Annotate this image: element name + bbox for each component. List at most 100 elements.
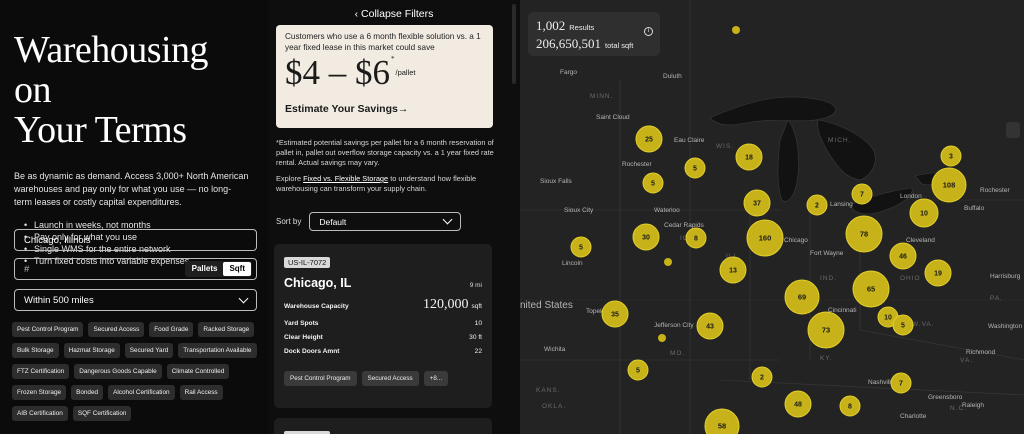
- results-sqft-label: total sqft: [605, 41, 634, 50]
- map-cluster-count: 10: [920, 211, 928, 218]
- map-label: Sioux City: [564, 207, 594, 214]
- map-label: N.C.: [950, 405, 967, 412]
- map-label: Lansing: [830, 201, 853, 208]
- filter-tag[interactable]: SQF Certification: [72, 406, 132, 421]
- map-marker[interactable]: [664, 258, 672, 266]
- radius-value: Within 500 miles: [24, 294, 94, 306]
- filter-tag[interactable]: Transportation Available: [178, 343, 257, 358]
- map-cluster-count: 7: [860, 192, 864, 199]
- capacity-unit: sqft: [471, 303, 482, 310]
- map-label: OHIO: [900, 275, 921, 282]
- map-label: Richmond: [966, 349, 996, 356]
- height-label: Clear Height: [284, 334, 323, 341]
- map-label: London: [900, 193, 922, 200]
- explore-pre: Explore: [276, 174, 304, 183]
- savings-footnote: *Estimated potential savings per pallet …: [276, 138, 494, 167]
- map-cluster-count: 5: [636, 368, 640, 375]
- results-count: 1,002: [536, 18, 566, 33]
- savings-price-range: $4 – $6: [285, 53, 390, 92]
- fixed-vs-flexible-link[interactable]: Fixed vs. Flexible Storage: [303, 174, 388, 183]
- listing-tag[interactable]: Secured Access: [361, 371, 419, 386]
- filter-tag[interactable]: Frozen Storage: [12, 385, 67, 400]
- map-label: nited States: [520, 300, 573, 311]
- map-label: Greensboro: [928, 394, 963, 401]
- map-cluster-count: 48: [794, 402, 802, 409]
- docks-label: Dock Doors Amnt: [284, 348, 340, 355]
- map-label: Washington: [988, 323, 1022, 330]
- map-marker[interactable]: [658, 334, 666, 342]
- sort-value: Default: [319, 216, 347, 227]
- hero-title: Warehousing on Your Terms: [14, 30, 254, 150]
- map-marker[interactable]: [732, 26, 740, 34]
- map-label: Eau Claire: [674, 137, 705, 144]
- hero-title-line2: Your Terms: [14, 109, 187, 151]
- map-canvas[interactable]: Fargo Duluth MINN. Saint Cloud Eau Claire WIS…: [520, 0, 1024, 434]
- map-cluster-count: 30: [642, 235, 650, 242]
- filter-tag[interactable]: Dangerous Goods Capable: [74, 364, 162, 379]
- location-value: Chicago, Illinois: [24, 234, 91, 246]
- left-panel: Warehousing on Your Terms Be as dynamic …: [0, 0, 268, 434]
- results-summary: 1,002 Results 206,650,501 total sqft i: [528, 12, 660, 56]
- explore-text: Explore Fixed vs. Flexible Storage to un…: [276, 174, 501, 194]
- filter-tag[interactable]: Alcohol Certification: [108, 385, 175, 400]
- map-label: Harrisburg: [990, 273, 1021, 280]
- map[interactable]: Fargo Duluth MINN. Saint Cloud Eau Claire WIS…: [520, 0, 1024, 434]
- capacity-label: Warehouse Capacity: [284, 303, 349, 310]
- location-input[interactable]: Chicago, Illinois: [14, 229, 257, 251]
- filter-tag[interactable]: Food Grade: [149, 322, 194, 337]
- map-label: PA.: [990, 295, 1003, 302]
- capacity-value: 120,000 sqft: [423, 297, 482, 313]
- map-cluster-count: 69: [798, 293, 806, 302]
- sort-select[interactable]: Default: [309, 212, 462, 231]
- unit-sqft-button[interactable]: Sqft: [223, 262, 251, 276]
- map-cluster-count: 58: [718, 422, 726, 431]
- filter-tag[interactable]: Bulk Storage: [12, 343, 59, 358]
- listing-city: Chicago, IL: [284, 276, 352, 290]
- filter-tag[interactable]: Pest Control Program: [12, 322, 84, 337]
- quantity-placeholder: #: [24, 263, 30, 275]
- info-icon[interactable]: i: [644, 27, 653, 36]
- map-control-button[interactable]: [1006, 122, 1020, 138]
- savings-asterisk: *: [391, 55, 395, 63]
- listing-card[interactable]: US-IL-5654: [274, 418, 492, 434]
- savings-question: Customers who use a 6 month flexible sol…: [285, 32, 481, 52]
- map-label: OKLA.: [542, 403, 566, 410]
- sort-label: Sort by: [276, 217, 302, 226]
- filter-tag[interactable]: Racked Storage: [198, 322, 255, 337]
- filter-tag[interactable]: FTZ Certification: [12, 364, 70, 379]
- map-cluster-count: 108: [943, 181, 956, 190]
- map-label: Chicago: [784, 237, 808, 244]
- map-label: KY.: [820, 355, 833, 362]
- estimate-savings-link[interactable]: Estimate Your Savings→: [285, 103, 484, 115]
- map-cluster-count: 13: [729, 268, 737, 275]
- unit-pallets-button[interactable]: Pallets: [186, 262, 224, 276]
- intro-text: Be as dynamic as demand. Access 3,000+ N…: [14, 171, 249, 207]
- listing-tag[interactable]: +8...: [423, 371, 449, 386]
- radius-select[interactable]: Within 500 miles: [14, 289, 257, 311]
- results-sqft-line: 206,650,501 total sqft: [536, 35, 652, 53]
- filter-tag[interactable]: Secured Access: [88, 322, 145, 337]
- filter-tag[interactable]: AIB Certification: [12, 406, 68, 421]
- map-cluster-count: 8: [694, 236, 698, 243]
- filter-tag[interactable]: Climate Controlled: [166, 364, 230, 379]
- map-cluster-count: 2: [760, 375, 764, 382]
- map-label: IND.: [820, 275, 837, 282]
- filter-tag[interactable]: Bonded: [71, 385, 104, 400]
- docks-value: 22: [474, 348, 482, 355]
- listing-card[interactable]: US-IL-7072 Chicago, IL 9 mi Warehouse Ca…: [274, 244, 492, 408]
- quantity-input[interactable]: # Pallets Sqft: [14, 258, 257, 280]
- results-panel: ‹ Collapse Filters Customers who use a 6…: [268, 0, 520, 434]
- map-cluster-count: 43: [706, 324, 714, 331]
- scrollbar[interactable]: [512, 4, 516, 84]
- estimate-savings-label: Estimate Your Savings: [285, 103, 398, 115]
- map-label: WIS.: [716, 143, 734, 150]
- collapse-filters-label: Collapse Filters: [361, 8, 434, 20]
- filter-tag[interactable]: Hazmat Storage: [63, 343, 120, 358]
- listing-tag[interactable]: Pest Control Program: [284, 371, 357, 386]
- map-label: VA.: [960, 357, 973, 364]
- collapse-filters-button[interactable]: ‹ Collapse Filters: [268, 8, 520, 20]
- filter-tag[interactable]: Rail Access: [179, 385, 223, 400]
- map-label: Charlotte: [900, 413, 927, 420]
- filter-tag[interactable]: Secured Yard: [124, 343, 174, 358]
- map-cluster-count: 37: [753, 201, 761, 208]
